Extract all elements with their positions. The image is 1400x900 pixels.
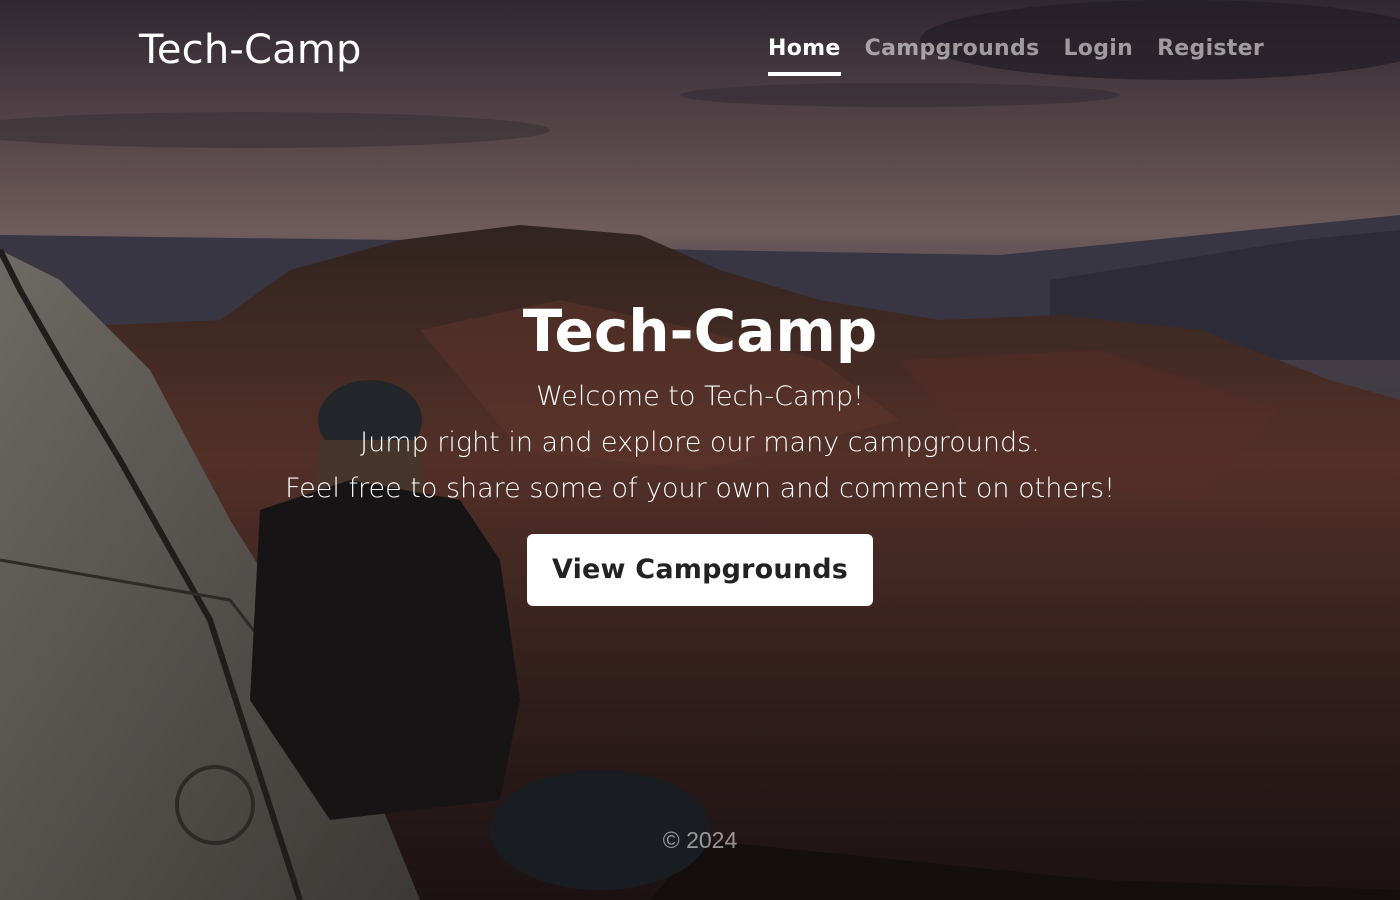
nav-links: Home Campgrounds Login Register bbox=[768, 33, 1264, 76]
nav-link-register[interactable]: Register bbox=[1157, 33, 1264, 76]
hero-welcome-line: Welcome to Tech-Camp! bbox=[536, 381, 864, 412]
nav-link-campgrounds[interactable]: Campgrounds bbox=[865, 33, 1040, 76]
view-campgrounds-button[interactable]: View Campgrounds bbox=[526, 534, 874, 606]
hero-explore-line: Jump right in and explore our many campg… bbox=[360, 427, 1040, 458]
brand-logo[interactable]: Tech-Camp bbox=[139, 24, 362, 76]
hero-lead: Welcome to Tech-Camp! Jump right in and … bbox=[0, 374, 1400, 512]
hero-section: Tech-Camp Welcome to Tech-Camp! Jump rig… bbox=[0, 294, 1400, 606]
hero-title: Tech-Camp bbox=[522, 297, 878, 365]
nav-link-home[interactable]: Home bbox=[768, 33, 841, 76]
footer-copyright: © 2024 bbox=[662, 827, 738, 853]
navbar: Tech-Camp Home Campgrounds Login Registe… bbox=[0, 0, 1400, 100]
nav-link-login[interactable]: Login bbox=[1063, 33, 1133, 76]
hero-share-line: Feel free to share some of your own and … bbox=[285, 473, 1115, 504]
